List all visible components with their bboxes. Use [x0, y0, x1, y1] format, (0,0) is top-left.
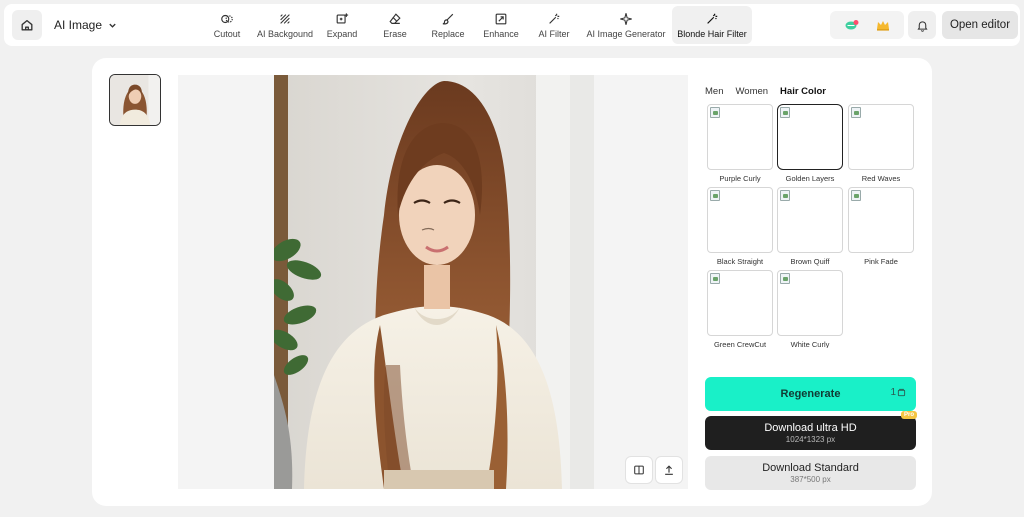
- tool-ai-image-generator[interactable]: AI Image Generator: [580, 6, 672, 44]
- magic-wand-icon: [549, 13, 560, 24]
- gift-icon[interactable]: [844, 17, 860, 33]
- style-thumbnail: [707, 270, 773, 336]
- style-label: Red Waves: [861, 174, 901, 183]
- broken-image-icon: [780, 190, 790, 201]
- magic-wand-icon: [707, 13, 718, 24]
- tool-ai-background[interactable]: AI Backgound: [254, 6, 316, 44]
- open-editor-button[interactable]: Open editor: [942, 11, 1018, 39]
- image-canvas[interactable]: [178, 75, 688, 489]
- style-thumbnail: [777, 187, 843, 253]
- tool-label: Blonde Hair Filter: [677, 28, 747, 39]
- credit-cost: 1: [890, 387, 906, 398]
- tool-blonde-hair-filter[interactable]: Blonde Hair Filter: [672, 6, 752, 44]
- tool-label: AI Backgound: [256, 28, 314, 39]
- sparkle-icon: [620, 12, 632, 25]
- tab-women[interactable]: Women: [735, 86, 768, 97]
- tab-men[interactable]: Men: [705, 86, 723, 97]
- tool-label: AI Filter: [538, 28, 570, 39]
- style-option-brown-quiff[interactable]: Brown Quiff: [777, 187, 843, 266]
- tool-label: Erase: [383, 28, 407, 39]
- tool-label: Replace: [431, 28, 465, 39]
- style-label: Purple Curly: [719, 174, 761, 183]
- promo-group: [830, 11, 904, 39]
- cutout-icon: [221, 14, 233, 23]
- app-switcher[interactable]: AI Image: [54, 16, 117, 34]
- style-option-pink-fade[interactable]: Pink Fade: [848, 187, 914, 266]
- style-label: Brown Quiff: [790, 257, 830, 266]
- tab-hair-color[interactable]: Hair Color: [780, 86, 826, 97]
- style-option-golden-layers[interactable]: Golden Layers: [777, 104, 843, 183]
- tool-label: Enhance: [483, 28, 519, 39]
- result-image: [274, 75, 594, 489]
- style-thumbnail: [707, 187, 773, 253]
- style-thumbnail: [707, 104, 773, 170]
- style-grid: Purple Curly Golden Layers Red Waves Bla…: [705, 102, 915, 348]
- tool-label: Cutout: [213, 28, 241, 39]
- tool-ai-filter[interactable]: AI Filter: [528, 6, 580, 44]
- tool-erase[interactable]: Erase: [368, 6, 422, 44]
- style-option-red-waves[interactable]: Red Waves: [848, 104, 914, 183]
- tool-bar: Cutout AI Backgound Expand Erase Replace…: [200, 6, 752, 44]
- eraser-icon: [389, 12, 401, 24]
- style-thumbnail: [848, 187, 914, 253]
- portrait-photo: [274, 75, 594, 489]
- download-standard-button[interactable]: Download Standard 387*500 px: [705, 456, 916, 490]
- download-std-label: Download Standard: [762, 462, 859, 474]
- thumbnail-image: [110, 75, 160, 125]
- upload-icon: [665, 465, 673, 475]
- pro-badge: Pro: [900, 411, 917, 419]
- download-std-size: 387*500 px: [790, 475, 831, 484]
- style-label: Black Straight: [716, 257, 764, 266]
- workspace-card: Men Women Hair Color Purple Curly Golden…: [92, 58, 932, 506]
- credit-icon: [897, 388, 906, 397]
- bell-icon: [916, 20, 928, 32]
- style-label: White Curly: [790, 340, 830, 348]
- broken-image-icon: [710, 107, 720, 118]
- compare-icon: [634, 465, 644, 475]
- credit-count: 1: [890, 387, 896, 398]
- regenerate-label: Regenerate: [780, 388, 841, 400]
- style-option-purple-curly[interactable]: Purple Curly: [707, 104, 773, 183]
- tool-enhance[interactable]: Enhance: [474, 6, 528, 44]
- brush-icon: [442, 13, 454, 25]
- broken-image-icon: [851, 190, 861, 201]
- style-label: Green CrewCut: [713, 340, 767, 348]
- style-thumbnail: [777, 104, 843, 170]
- app-name: AI Image: [54, 18, 103, 32]
- broken-image-icon: [780, 107, 790, 118]
- tool-cutout[interactable]: Cutout: [200, 6, 254, 44]
- regenerate-button[interactable]: Regenerate 1: [705, 377, 916, 411]
- style-label: Pink Fade: [864, 257, 898, 266]
- crown-icon[interactable]: [875, 17, 891, 33]
- download-hd-size: 1024*1323 px: [785, 435, 836, 444]
- download-hd-label: Download ultra HD: [764, 422, 857, 434]
- broken-image-icon: [710, 273, 720, 284]
- style-thumbnail: [777, 270, 843, 336]
- home-icon: [21, 19, 33, 31]
- share-button[interactable]: [656, 457, 682, 483]
- style-option-white-curly[interactable]: White Curly: [777, 270, 843, 348]
- notifications-button[interactable]: [908, 11, 936, 39]
- source-image-thumbnail[interactable]: [109, 74, 161, 126]
- broken-image-icon: [851, 107, 861, 118]
- style-option-green-crewcut[interactable]: Green CrewCut: [707, 270, 773, 348]
- style-tabs: Men Women Hair Color: [705, 86, 826, 97]
- tool-label: AI Image Generator: [586, 28, 666, 39]
- enhance-icon: [495, 13, 507, 24]
- download-ultra-hd-button[interactable]: Download ultra HD 1024*1323 px Pro: [705, 411, 917, 450]
- tool-expand[interactable]: Expand: [316, 6, 368, 44]
- background-icon: [280, 13, 290, 24]
- style-thumbnail: [848, 104, 914, 170]
- tool-label: Expand: [326, 28, 358, 39]
- style-option-black-straight[interactable]: Black Straight: [707, 187, 773, 266]
- expand-icon: [336, 12, 349, 24]
- style-label: Golden Layers: [785, 174, 835, 183]
- chevron-down-icon: [109, 23, 116, 28]
- top-bar: AI Image Cutout AI Backgound Expand Eras…: [4, 4, 1020, 46]
- broken-image-icon: [780, 273, 790, 284]
- home-button[interactable]: [12, 10, 42, 40]
- broken-image-icon: [710, 190, 720, 201]
- tool-replace[interactable]: Replace: [422, 6, 474, 44]
- compare-button[interactable]: [626, 457, 652, 483]
